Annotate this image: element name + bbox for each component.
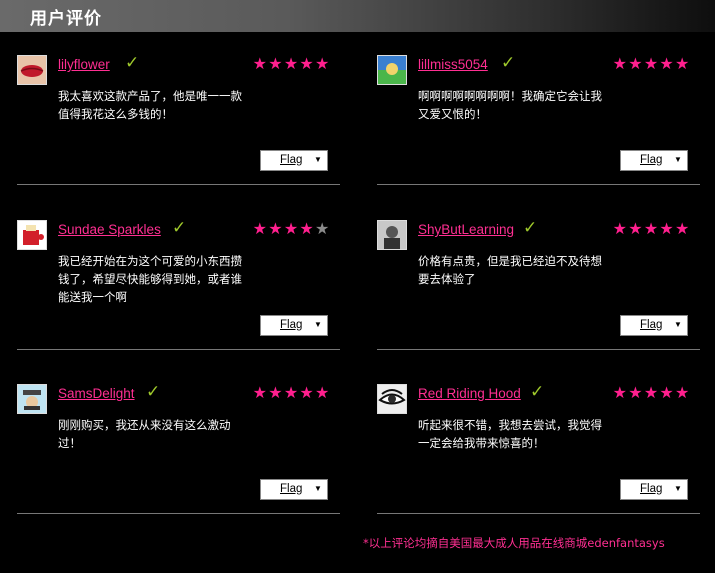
review-text: 我太喜欢这款产品了，他是唯一一款值得我花这么多钱的！ bbox=[58, 89, 242, 121]
star-filled-icon: ★ bbox=[252, 383, 267, 402]
flag-dropdown[interactable]: Flag ▼ bbox=[260, 150, 328, 171]
star-filled-icon: ★ bbox=[675, 219, 690, 238]
star-rating: ★ ★ ★ ★ ★ bbox=[252, 55, 330, 73]
chevron-down-icon: ▼ bbox=[314, 320, 322, 329]
star-rating: ★ ★ ★ ★ ★ bbox=[252, 384, 330, 402]
section-title: 用户评价 bbox=[30, 9, 102, 29]
star-filled-icon: ★ bbox=[283, 54, 299, 73]
flag-dropdown[interactable]: Flag ▼ bbox=[620, 150, 688, 171]
divider bbox=[377, 513, 700, 514]
star-rating: ★ ★ ★ ★ ★ bbox=[612, 220, 690, 238]
flag-dropdown[interactable]: Flag ▼ bbox=[620, 479, 688, 500]
divider bbox=[17, 513, 340, 514]
star-filled-icon: ★ bbox=[675, 54, 690, 73]
verified-check-icon: ✓ bbox=[172, 218, 187, 238]
flag-label: Flag bbox=[640, 483, 663, 495]
flag-dropdown[interactable]: Flag ▼ bbox=[260, 315, 328, 336]
divider bbox=[377, 349, 700, 350]
star-filled-icon: ★ bbox=[283, 219, 299, 238]
avatar[interactable] bbox=[377, 384, 407, 414]
star-filled-icon: ★ bbox=[643, 54, 659, 73]
flag-dropdown[interactable]: Flag ▼ bbox=[620, 315, 688, 336]
flag-label: Flag bbox=[640, 154, 663, 166]
verified-check-icon: ✓ bbox=[146, 382, 161, 402]
verified-check-icon: ✓ bbox=[125, 53, 140, 73]
flag-label: Flag bbox=[280, 319, 303, 331]
flag-label: Flag bbox=[280, 154, 303, 166]
avatar[interactable] bbox=[17, 384, 47, 414]
flag-label: Flag bbox=[640, 319, 663, 331]
star-filled-icon: ★ bbox=[315, 383, 330, 402]
chevron-down-icon: ▼ bbox=[314, 484, 322, 493]
star-empty-icon: ★ bbox=[315, 219, 330, 238]
star-rating: ★ ★ ★ ★ ★ bbox=[612, 55, 690, 73]
divider bbox=[377, 184, 700, 185]
star-filled-icon: ★ bbox=[283, 383, 299, 402]
star-rating: ★ ★ ★ ★ ★ bbox=[612, 384, 690, 402]
avatar[interactable] bbox=[17, 220, 47, 250]
review-card: lilyflower ✓ ★ ★ ★ ★ ★ 我太喜欢这款产品了，他是唯一一款值得我花这… bbox=[17, 53, 340, 215]
flag-label: Flag bbox=[280, 483, 303, 495]
section-header: 用户评价 bbox=[0, 0, 715, 32]
star-rating: ★ ★ ★ ★ ★ bbox=[252, 220, 330, 238]
avatar[interactable] bbox=[377, 220, 407, 250]
star-filled-icon: ★ bbox=[643, 383, 659, 402]
star-filled-icon: ★ bbox=[252, 219, 267, 238]
star-filled-icon: ★ bbox=[628, 54, 643, 73]
review-card: lillmiss5054 ✓ ★ ★ ★ ★ ★ 啊啊啊啊啊啊啊啊！我确定它会让我又爱又… bbox=[377, 53, 700, 215]
star-filled-icon: ★ bbox=[628, 219, 643, 238]
verified-check-icon: ✓ bbox=[501, 53, 516, 73]
chevron-down-icon: ▼ bbox=[674, 155, 682, 164]
review-card: Red Riding Hood ✓ ★ ★ ★ ★ ★ 听起来很不错，我想去尝试，我觉得… bbox=[377, 382, 700, 544]
reviewer-name-link[interactable]: Sundae Sparkles bbox=[58, 222, 161, 237]
reviewer-name-link[interactable]: Red Riding Hood bbox=[418, 386, 521, 401]
star-filled-icon: ★ bbox=[299, 383, 314, 402]
star-filled-icon: ★ bbox=[252, 54, 267, 73]
star-filled-icon: ★ bbox=[315, 54, 330, 73]
chevron-down-icon: ▼ bbox=[674, 484, 682, 493]
review-text: 刚刚购买，我还从来没有这么激动过！ bbox=[58, 418, 231, 450]
star-filled-icon: ★ bbox=[643, 219, 659, 238]
divider bbox=[17, 184, 340, 185]
source-footnote: *以上评论均摘自美国最大成人用品在线商城edenfantasys bbox=[363, 536, 665, 550]
flag-dropdown[interactable]: Flag ▼ bbox=[260, 479, 328, 500]
star-filled-icon: ★ bbox=[268, 219, 283, 238]
reviewer-name-link[interactable]: SamsDelight bbox=[58, 386, 135, 401]
divider bbox=[17, 349, 340, 350]
reviewer-name-link[interactable]: lillmiss5054 bbox=[418, 57, 488, 72]
star-filled-icon: ★ bbox=[612, 219, 627, 238]
star-filled-icon: ★ bbox=[612, 383, 627, 402]
review-text: 价格有点贵，但是我已经迫不及待想要去体验了 bbox=[418, 254, 602, 286]
star-filled-icon: ★ bbox=[612, 54, 627, 73]
star-filled-icon: ★ bbox=[268, 383, 283, 402]
chevron-down-icon: ▼ bbox=[314, 155, 322, 164]
review-card: SamsDelight ✓ ★ ★ ★ ★ ★ 刚刚购买，我还从来没有这么激动过！ Fl… bbox=[17, 382, 340, 544]
avatar[interactable] bbox=[17, 55, 47, 85]
reviewer-name-link[interactable]: ShyButLearning bbox=[418, 222, 514, 237]
avatar[interactable] bbox=[377, 55, 407, 85]
star-filled-icon: ★ bbox=[659, 219, 674, 238]
review-card: Sundae Sparkles ✓ ★ ★ ★ ★ ★ 我已经开始在为这个可爱的小东西攒… bbox=[17, 218, 340, 380]
star-filled-icon: ★ bbox=[268, 54, 283, 73]
reviewer-name-link[interactable]: lilyflower bbox=[58, 57, 110, 72]
star-filled-icon: ★ bbox=[299, 54, 314, 73]
star-filled-icon: ★ bbox=[675, 383, 690, 402]
chevron-down-icon: ▼ bbox=[674, 320, 682, 329]
review-text: 听起来很不错，我想去尝试，我觉得一定会给我带来惊喜的！ bbox=[418, 418, 602, 450]
star-filled-icon: ★ bbox=[659, 383, 674, 402]
review-card: ShyButLearning ✓ ★ ★ ★ ★ ★ 价格有点贵，但是我已经迫不及待想要… bbox=[377, 218, 700, 380]
star-filled-icon: ★ bbox=[659, 54, 674, 73]
verified-check-icon: ✓ bbox=[523, 218, 538, 238]
star-filled-icon: ★ bbox=[299, 219, 314, 238]
star-filled-icon: ★ bbox=[628, 383, 643, 402]
review-text: 我已经开始在为这个可爱的小东西攒钱了，希望尽快能够得到她，或者谁能送我一个啊 bbox=[58, 254, 242, 304]
verified-check-icon: ✓ bbox=[530, 382, 545, 402]
review-text: 啊啊啊啊啊啊啊啊！我确定它会让我又爱又恨的！ bbox=[418, 89, 602, 121]
